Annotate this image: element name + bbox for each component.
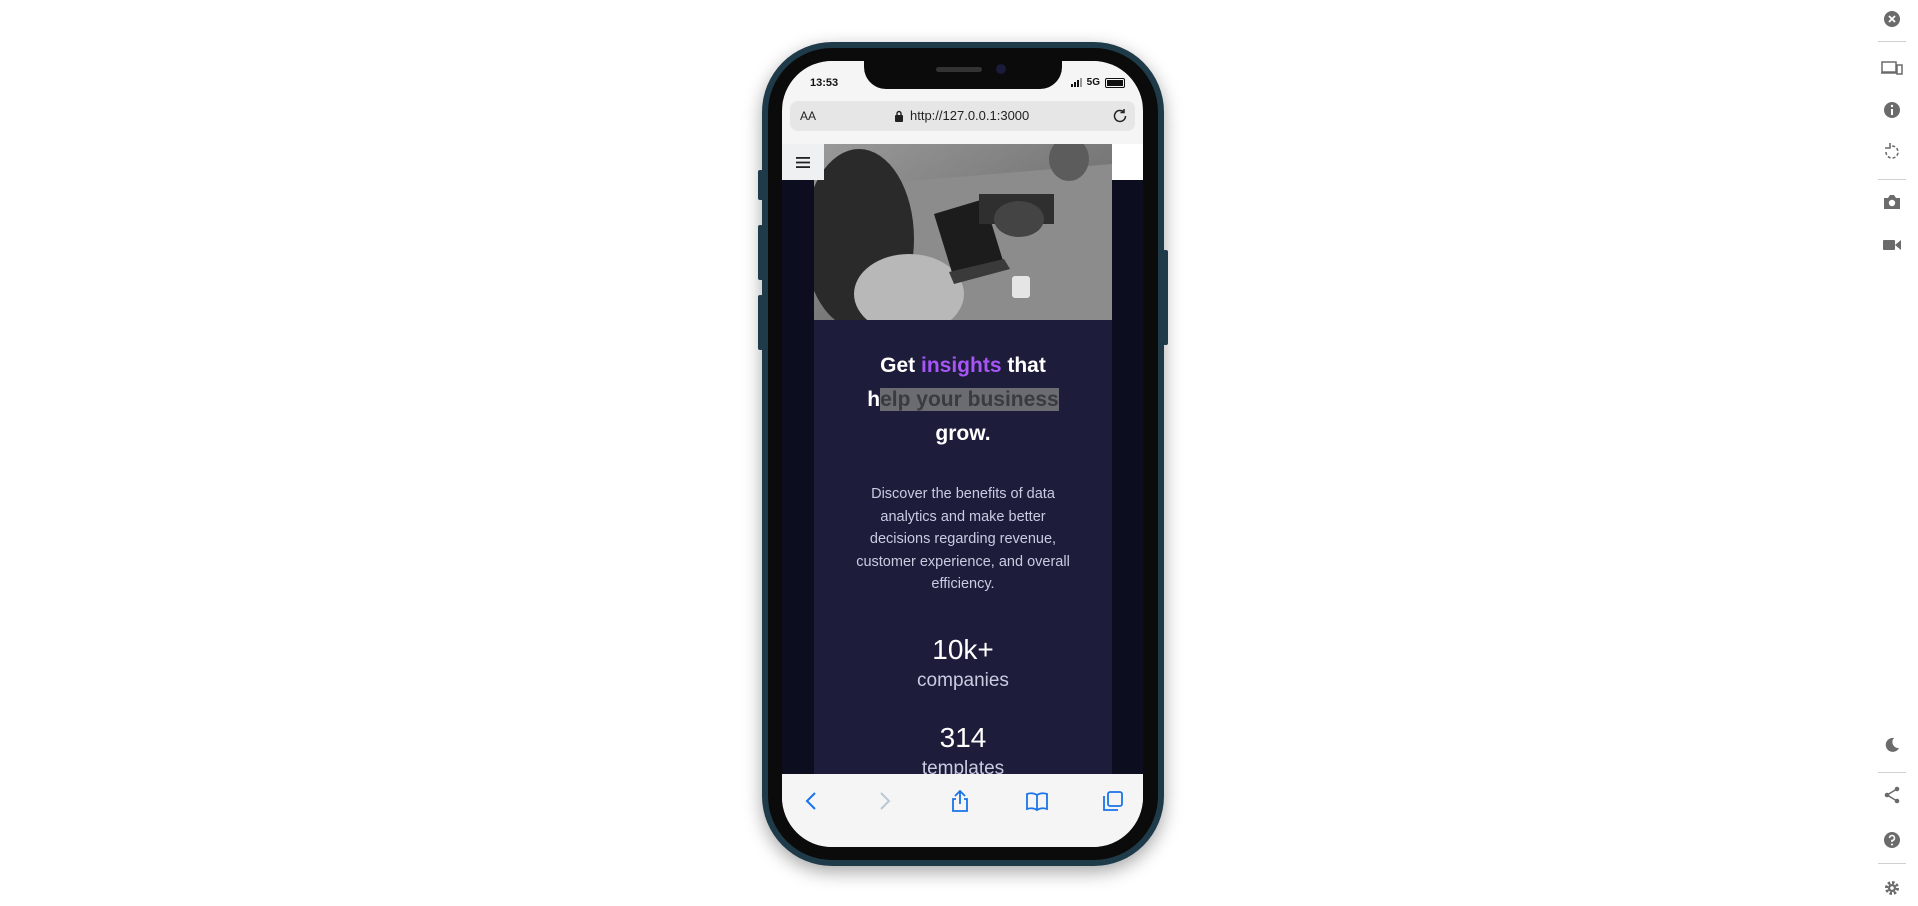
record-button[interactable] bbox=[1878, 231, 1906, 259]
device-select-button[interactable] bbox=[1878, 54, 1906, 82]
screenshot-button[interactable] bbox=[1878, 188, 1906, 216]
help-icon bbox=[1884, 832, 1900, 848]
volume-up-button bbox=[758, 225, 763, 280]
share-icon bbox=[1884, 786, 1900, 804]
url-display[interactable]: http://127.0.0.1:3000 bbox=[894, 108, 1029, 123]
battery-icon bbox=[1105, 77, 1125, 88]
devtools-toolbar bbox=[1868, 0, 1918, 906]
address-bar[interactable]: AA http://127.0.0.1:3000 bbox=[790, 101, 1135, 131]
video-icon bbox=[1883, 240, 1901, 250]
reload-button[interactable] bbox=[1111, 107, 1129, 130]
rotate-icon bbox=[1885, 143, 1899, 159]
dark-mode-icon bbox=[1885, 737, 1899, 752]
status-bar: 13:53 5G bbox=[782, 61, 1143, 105]
headline-part4: grow. bbox=[935, 422, 991, 445]
bookmarks-button[interactable] bbox=[1022, 786, 1052, 816]
browser-bottom-bar bbox=[782, 774, 1143, 847]
gear-icon bbox=[1885, 881, 1899, 895]
info-icon bbox=[1884, 102, 1900, 118]
close-icon bbox=[1884, 11, 1900, 27]
phone-screen: 13:53 5G AA http://127.0.0.1:3000 Get in… bbox=[782, 61, 1143, 847]
stat-value-companies: 10k+ bbox=[932, 634, 994, 665]
stat-value-templates: 314 bbox=[939, 722, 987, 753]
share-button-toolbar[interactable] bbox=[1878, 781, 1906, 809]
tabs-icon bbox=[1103, 791, 1123, 811]
header-strip bbox=[1112, 144, 1143, 180]
speaker bbox=[936, 67, 982, 72]
power-button bbox=[1163, 250, 1168, 345]
devices-icon bbox=[1881, 61, 1903, 75]
back-button[interactable] bbox=[796, 786, 826, 816]
lock-icon bbox=[895, 110, 903, 122]
tabs-button[interactable] bbox=[1098, 786, 1128, 816]
back-icon bbox=[805, 792, 816, 810]
dark-mode-toggle[interactable] bbox=[1878, 731, 1906, 759]
stat-label-templates: templates bbox=[921, 758, 1005, 774]
status-icons: 5G bbox=[1070, 77, 1125, 88]
headline-part3: h bbox=[867, 388, 881, 411]
screenshot-icon bbox=[1884, 195, 1900, 209]
headline-part1: Get bbox=[880, 354, 921, 377]
share-icon bbox=[952, 789, 968, 812]
headline-selected-text: elp your business bbox=[880, 388, 1059, 411]
hero-headline: Get insights that help your business gro… bbox=[814, 349, 1112, 451]
hero-image bbox=[814, 144, 1112, 320]
bookmarks-icon bbox=[1026, 792, 1048, 811]
forward-button[interactable] bbox=[870, 786, 900, 816]
hamburger-menu-icon bbox=[796, 156, 810, 168]
share-button[interactable] bbox=[945, 786, 975, 816]
close-button[interactable] bbox=[1878, 5, 1906, 33]
headline-part2: that bbox=[1001, 354, 1046, 377]
rotate-button[interactable] bbox=[1878, 138, 1906, 166]
status-time: 13:53 bbox=[810, 77, 839, 89]
notch bbox=[864, 61, 1062, 89]
url-text: http://127.0.0.1:3000 bbox=[910, 108, 1030, 123]
hero-card: Get insights that help your business gro… bbox=[814, 144, 1112, 774]
camera bbox=[996, 64, 1006, 74]
signal-icon bbox=[1070, 78, 1082, 87]
info-button[interactable] bbox=[1878, 96, 1906, 124]
reload-icon bbox=[1113, 109, 1127, 123]
text-size-button[interactable]: AA bbox=[800, 109, 816, 123]
volume-down-button bbox=[758, 295, 763, 350]
mute-switch bbox=[758, 170, 763, 200]
web-viewport[interactable]: Get insights that help your business gro… bbox=[782, 144, 1143, 774]
settings-button[interactable] bbox=[1878, 874, 1906, 902]
network-label: 5G bbox=[1086, 77, 1100, 88]
hero-description: Discover the benefits of data analytics … bbox=[856, 486, 1070, 592]
forward-icon bbox=[880, 792, 891, 810]
stat-label-companies: companies bbox=[917, 670, 1009, 691]
headline-accent: insights bbox=[921, 354, 1002, 377]
help-button[interactable] bbox=[1878, 826, 1906, 854]
menu-button[interactable] bbox=[782, 144, 824, 180]
